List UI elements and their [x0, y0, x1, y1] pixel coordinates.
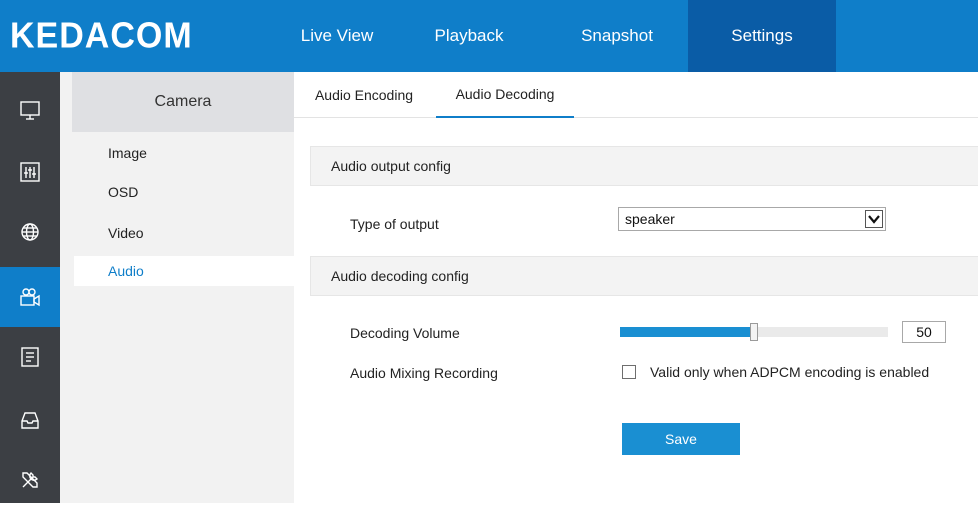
submenu-item-osd[interactable]: OSD — [74, 177, 294, 207]
volume-slider-thumb[interactable] — [750, 323, 758, 341]
nav-settings[interactable]: Settings — [688, 0, 836, 72]
monitor-icon[interactable] — [0, 80, 60, 140]
tools-icon[interactable] — [0, 450, 60, 510]
audio-mixing-checkbox[interactable] — [622, 365, 636, 379]
type-of-output-value: speaker — [625, 211, 675, 227]
nav-live-view[interactable]: Live View — [282, 0, 392, 72]
camera-icon[interactable] — [0, 267, 60, 327]
equalizer-icon[interactable] — [0, 142, 60, 202]
volume-slider-fill — [620, 327, 754, 337]
submenu-item-audio[interactable]: Audio — [74, 256, 294, 286]
storage-tray-icon[interactable] — [0, 390, 60, 450]
main-content: Audio Encoding Audio Decoding Audio outp… — [294, 72, 978, 503]
submenu-item-video[interactable]: Video — [74, 218, 294, 248]
network-globe-icon[interactable] — [0, 202, 60, 262]
save-button[interactable]: Save — [622, 423, 740, 455]
chevron-down-icon[interactable] — [865, 210, 883, 228]
tab-audio-decoding[interactable]: Audio Decoding — [436, 72, 574, 118]
top-header: KEDACOM Live View Playback Snapshot Sett… — [0, 0, 978, 72]
type-of-output-label: Type of output — [350, 216, 439, 232]
decoding-volume-value[interactable]: 50 — [902, 321, 946, 343]
tab-audio-encoding[interactable]: Audio Encoding — [294, 72, 434, 118]
submenu-header-camera: Camera — [72, 72, 294, 132]
nav-snapshot[interactable]: Snapshot — [546, 0, 688, 72]
audio-tabs: Audio Encoding Audio Decoding — [294, 72, 978, 118]
audio-mixing-recording-label: Audio Mixing Recording — [350, 365, 498, 381]
type-of-output-select[interactable]: speaker — [618, 207, 886, 231]
icon-sidebar — [0, 72, 60, 503]
kedacom-logo: KEDACOM — [10, 15, 193, 56]
audio-mixing-note: Valid only when ADPCM encoding is enable… — [650, 364, 930, 380]
decoding-volume-slider[interactable] — [620, 323, 888, 341]
event-list-icon[interactable] — [0, 327, 60, 387]
nav-playback[interactable]: Playback — [392, 0, 546, 72]
camera-submenu: Camera Image OSD Video Audio — [60, 72, 294, 503]
main-nav: Live View Playback Snapshot Settings — [282, 0, 836, 72]
section-audio-decoding-config: Audio decoding config — [310, 256, 978, 296]
section-audio-output-config: Audio output config — [310, 146, 978, 186]
decoding-volume-label: Decoding Volume — [350, 325, 460, 341]
submenu-item-image[interactable]: Image — [74, 138, 294, 168]
